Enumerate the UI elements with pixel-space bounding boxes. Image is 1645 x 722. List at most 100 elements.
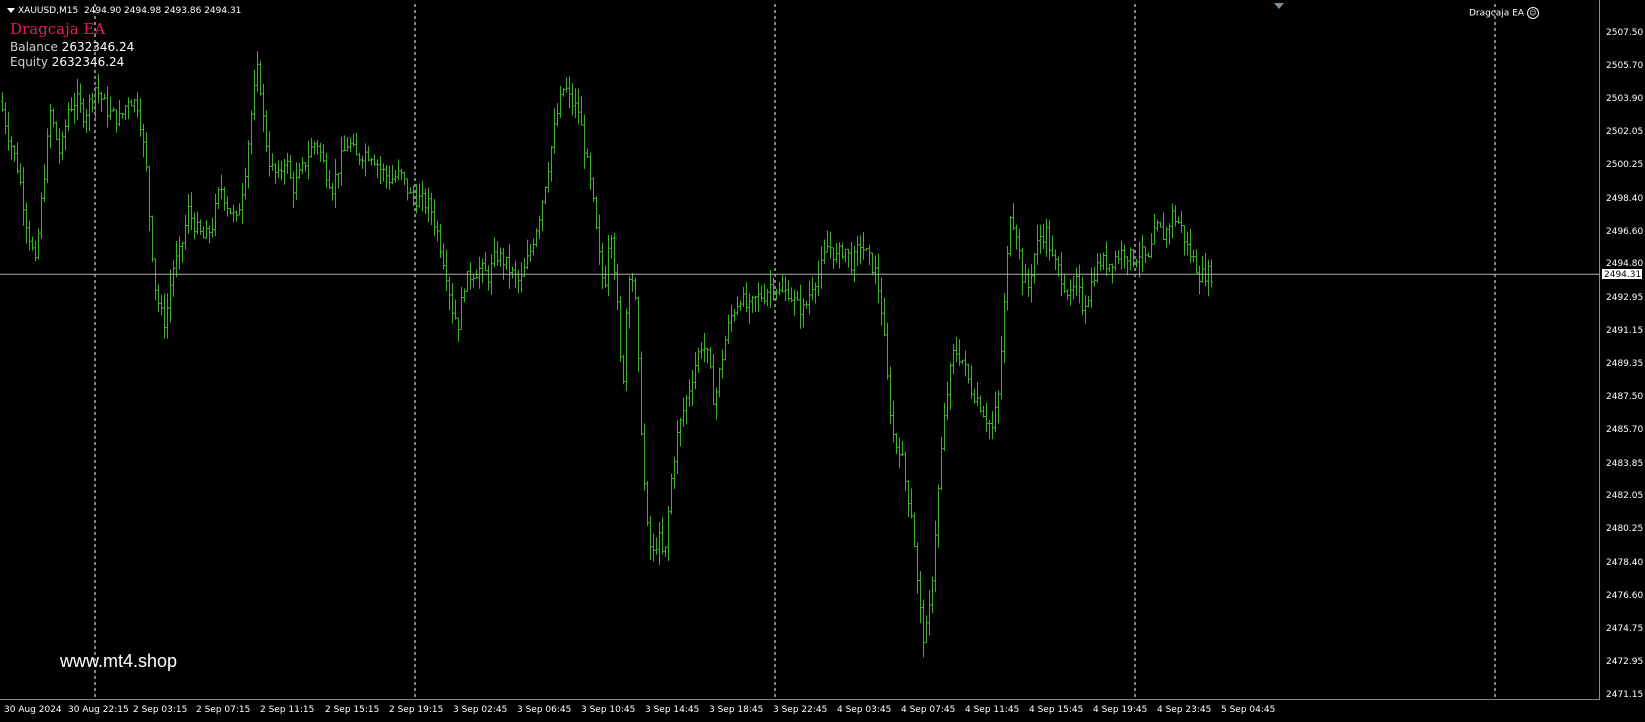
candle — [859, 235, 862, 264]
candle — [730, 304, 733, 332]
time-tick-label: 2 Sep 15:15 — [325, 705, 380, 715]
price-tick-label: 2502.05 — [1606, 127, 1644, 138]
candle — [1078, 264, 1081, 304]
candle — [952, 343, 955, 375]
candle — [718, 367, 721, 398]
candle — [322, 144, 325, 163]
candle — [1162, 212, 1165, 241]
candle — [1018, 228, 1021, 260]
symbol-info[interactable]: XAUUSD,M15 2494.90 2494.98 2493.86 2494.… — [7, 6, 241, 16]
candle — [1, 92, 4, 112]
candle — [778, 281, 781, 296]
candle — [997, 390, 1000, 424]
time-tick-label: 4 Sep 03:45 — [837, 705, 892, 715]
candle — [712, 353, 715, 405]
candle — [916, 542, 919, 594]
candle — [172, 260, 175, 297]
price-chart[interactable] — [0, 0, 1600, 700]
candle — [862, 231, 865, 260]
candle — [964, 350, 967, 377]
candle — [100, 91, 103, 113]
candle — [112, 107, 115, 112]
candle — [1003, 292, 1006, 363]
candle — [1084, 294, 1087, 324]
candle — [517, 269, 520, 294]
candle — [556, 103, 559, 127]
candle — [43, 164, 46, 203]
candle — [64, 119, 67, 151]
candle — [226, 196, 229, 217]
candle — [553, 108, 556, 154]
candle — [838, 242, 841, 269]
candle — [448, 276, 451, 311]
candle — [313, 141, 316, 155]
chevron-down-icon[interactable] — [7, 8, 15, 13]
candle — [124, 105, 127, 121]
expert-name: Dragcaja EA — [1468, 8, 1524, 19]
candle — [373, 154, 376, 166]
candle — [139, 98, 142, 137]
candle — [616, 263, 619, 311]
candle — [670, 473, 673, 515]
candle — [559, 85, 562, 118]
candle — [688, 379, 691, 407]
candle — [541, 200, 544, 232]
candle — [508, 243, 511, 289]
candle — [652, 533, 655, 562]
chart-area[interactable]: XAUUSD,M15 2494.90 2494.98 2493.86 2494.… — [0, 0, 1600, 700]
equity-label: Equity — [10, 55, 48, 69]
candle — [949, 362, 952, 410]
candle — [739, 300, 742, 311]
candle — [169, 269, 172, 323]
price-tick-label: 2500.25 — [1606, 160, 1644, 171]
candle — [805, 300, 808, 309]
candle — [1096, 253, 1099, 283]
candle — [7, 111, 10, 151]
candle — [868, 244, 871, 266]
candle — [610, 234, 613, 259]
candle — [403, 171, 406, 186]
time-tick-label: 4 Sep 23:45 — [1157, 705, 1212, 715]
candle — [121, 112, 124, 119]
candle — [283, 158, 286, 185]
candle — [607, 234, 610, 297]
candle — [364, 143, 367, 177]
price-tick-label: 2489.35 — [1606, 358, 1644, 369]
candle — [34, 240, 37, 262]
candle — [202, 226, 205, 239]
candle — [979, 395, 982, 413]
candle — [958, 339, 961, 366]
chart-shift-marker[interactable] — [1274, 3, 1284, 9]
candle — [211, 217, 214, 238]
candle — [658, 522, 661, 566]
candle — [667, 506, 670, 562]
candle — [673, 456, 676, 489]
candle — [295, 162, 298, 201]
candle — [628, 275, 631, 329]
candle — [37, 227, 40, 260]
candle — [433, 199, 436, 237]
symbol-name: XAUUSD,M15 — [18, 6, 79, 16]
candle — [460, 286, 463, 331]
candle — [865, 248, 868, 251]
price-tick-label: 2472.95 — [1606, 657, 1644, 668]
time-tick-label: 5 Sep 04:45 — [1221, 705, 1276, 715]
candle — [469, 261, 472, 290]
candle — [1204, 252, 1207, 287]
candle — [820, 246, 823, 289]
candle — [190, 192, 193, 231]
candle — [748, 293, 751, 324]
candle — [1153, 213, 1156, 245]
candle — [256, 51, 259, 93]
candle — [793, 289, 796, 316]
candle — [550, 145, 553, 182]
candle — [229, 207, 232, 215]
time-tick-label: 4 Sep 11:45 — [965, 705, 1020, 715]
candle — [742, 286, 745, 307]
candle — [238, 203, 241, 216]
candle — [181, 241, 184, 263]
expert-indicator[interactable]: Dragcaja EA ☺ — [1469, 7, 1539, 19]
candle — [1087, 295, 1090, 308]
candle — [1021, 247, 1024, 296]
candle — [814, 282, 817, 304]
